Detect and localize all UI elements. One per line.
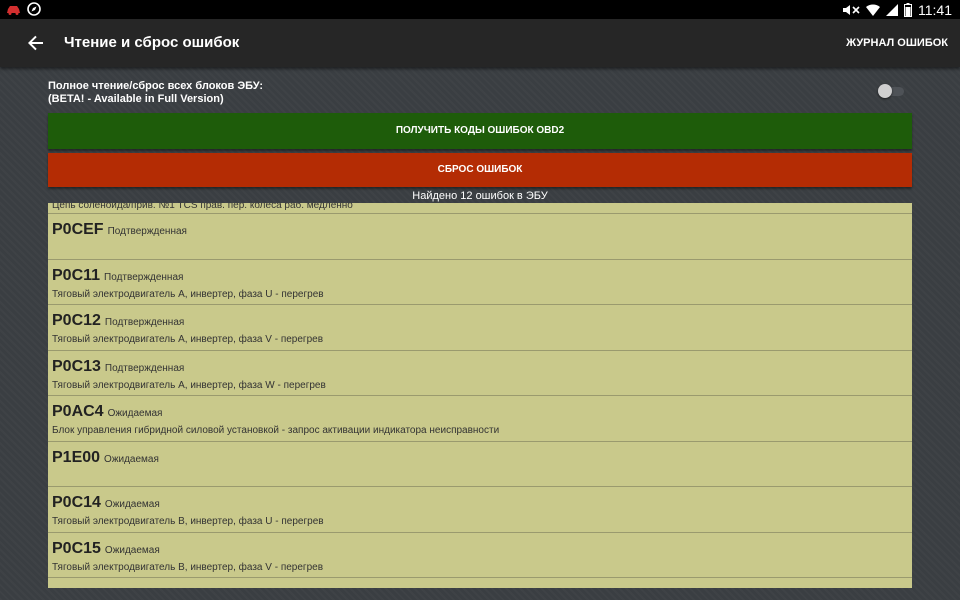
error-status: Подтвержденная	[107, 226, 187, 237]
clock: 11:41	[918, 1, 952, 18]
error-journal-button[interactable]: ЖУРНАЛ ОШИБОК	[846, 37, 948, 49]
error-list-item[interactable]: P0C11 Подтвержденная Тяговый электродвигат…	[48, 260, 912, 305]
error-list-item[interactable]: P0C15 Ожидаемая Тяговый электродвигатель B…	[48, 533, 912, 578]
full-read-note: (BETA! - Available in Full Version)	[48, 93, 224, 105]
car-icon	[7, 6, 20, 15]
error-header: P0CEF Подтвержденная	[52, 221, 187, 239]
found-count-text: Найдено 12 ошибок в ЭБУ	[412, 190, 548, 202]
error-code: P0C11	[52, 266, 101, 284]
error-code: P0C14	[52, 494, 101, 511]
error-header: P0C15 Ожидаемая	[52, 540, 160, 558]
compass-icon	[27, 2, 41, 16]
error-code: P1E00	[52, 448, 101, 466]
error-list-item[interactable]: P0C12 Подтвержденная Тяговый электродвигат…	[48, 305, 912, 351]
error-list-item[interactable]: P0C13 Подтвержденная Тяговый электродвигат…	[48, 351, 912, 396]
error-code: P0CEF	[52, 221, 104, 238]
error-status: Ожидаемая	[104, 453, 159, 465]
error-list-item[interactable]: P0CEF Подтвержденная	[48, 214, 912, 260]
error-description: Тяговый электродвигатель B, инвертер, фа…	[52, 561, 324, 573]
page-title: Чтение и сброс ошибок	[64, 34, 240, 51]
battery-icon	[904, 2, 912, 17]
error-status: Ожидаемая	[104, 499, 160, 510]
error-status: Ожидаемая	[104, 544, 160, 556]
status-bar: 11:41	[0, 0, 960, 19]
full-read-title: Полное чтение/сброс всех блоков ЭБУ:	[48, 80, 264, 92]
error-list-item[interactable]: P1E00 Ожидаемая	[48, 442, 912, 487]
wifi-icon	[866, 3, 880, 16]
full-read-toggle[interactable]	[876, 84, 904, 98]
error-description: Тяговый электродвигатель A, инвертер, фа…	[52, 379, 326, 391]
back-arrow-icon[interactable]	[24, 31, 48, 55]
get-obd2-codes-button[interactable]: ПОЛУЧИТЬ КОДЫ ОШИБОК OBD2	[48, 113, 912, 149]
error-description: Блок управления гибридной силовой устано…	[52, 425, 500, 436]
error-header: P0C13 Подтвержденная	[52, 358, 184, 376]
app-bar: Чтение и сброс ошибок ЖУРНАЛ ОШИБОК	[0, 19, 960, 67]
error-header: P0C11 Подтвержденная	[52, 267, 183, 285]
error-code: P0C15	[52, 539, 101, 557]
error-status: Ожидаемая	[107, 408, 163, 419]
error-code: P0AC4	[52, 403, 104, 420]
error-description: Тяговый электродвигатель A, инвертер, фа…	[52, 288, 324, 300]
error-description: Цепь соленоида/прив. №1 TCS прав. пер. к…	[52, 203, 353, 211]
error-description: Тяговый электродвигатель A, инвертер, фа…	[52, 334, 324, 345]
error-description: Тяговый электродвигатель B, инвертер, фа…	[52, 516, 324, 527]
error-status: Подтвержденная	[104, 362, 185, 374]
error-list[interactable]: Цепь соленоида/прив. №1 TCS прав. пер. к…	[48, 203, 912, 588]
error-status: Подтвержденная	[104, 271, 184, 283]
mute-icon	[843, 4, 860, 15]
error-header: P0C12 Подтвержденная	[52, 312, 184, 330]
error-header: P1E00 Ожидаемая	[52, 449, 159, 467]
error-status: Подтвержденная	[104, 317, 185, 328]
error-code: P0C13	[52, 357, 101, 375]
signal-icon	[886, 3, 898, 16]
full-read-label: Полное чтение/сброс всех блоков ЭБУ: (BE…	[48, 80, 263, 106]
toggle-thumb	[878, 84, 892, 98]
reset-errors-button[interactable]: СБРОС ОШИБОК	[48, 153, 912, 187]
error-list-item[interactable]: P0C14 Ожидаемая Тяговый электродвигатель B…	[48, 487, 912, 533]
error-header: P0C14 Ожидаемая	[52, 494, 160, 512]
error-list-item[interactable]: P0AC4 Ожидаемая Блок управления гибридной …	[48, 396, 912, 442]
list-item-partial[interactable]: Цепь соленоида/прив. №1 TCS прав. пер. к…	[48, 203, 912, 214]
error-code: P0C12	[52, 312, 101, 329]
error-header: P0AC4 Ожидаемая	[52, 403, 162, 421]
